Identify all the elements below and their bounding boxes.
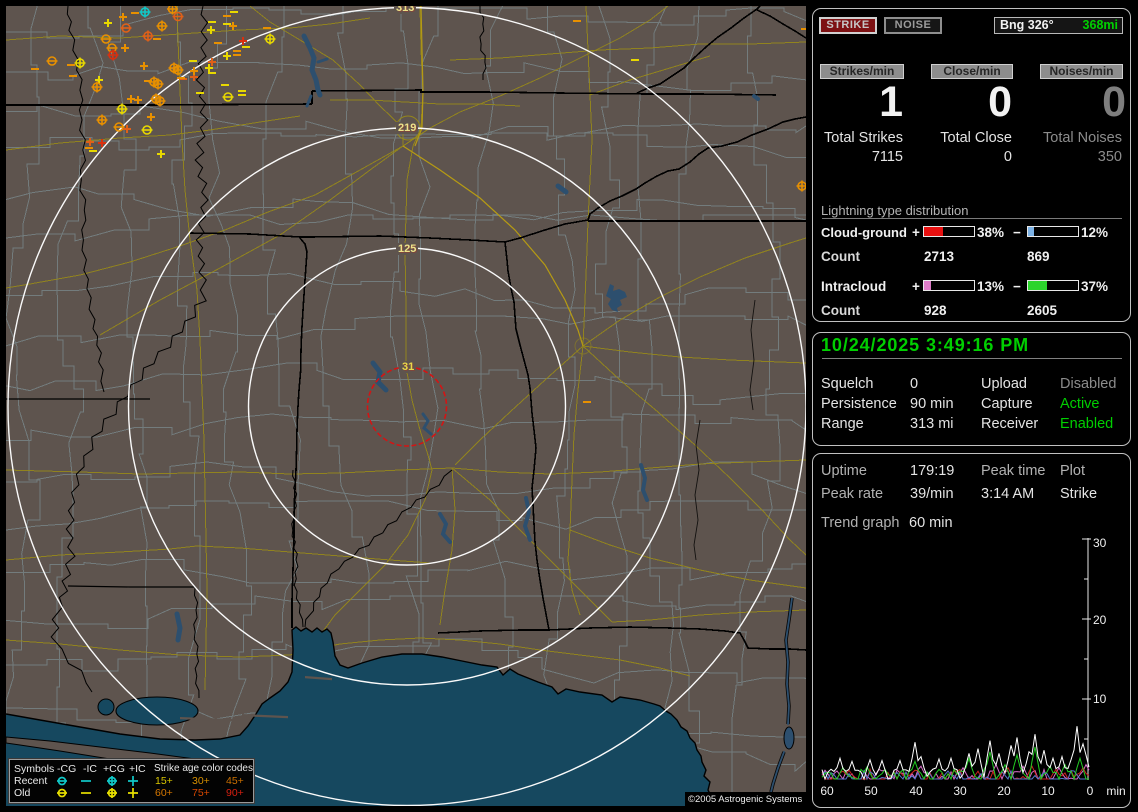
svg-text:40: 40 xyxy=(909,784,923,798)
svg-text:min: min xyxy=(1106,784,1125,798)
svg-text:10: 10 xyxy=(1041,784,1055,798)
svg-text:20: 20 xyxy=(1093,613,1107,627)
svg-text:20: 20 xyxy=(997,784,1011,798)
svg-text:60: 60 xyxy=(820,784,834,798)
svg-text:10: 10 xyxy=(1093,692,1107,706)
svg-text:30: 30 xyxy=(953,784,967,798)
svg-text:50: 50 xyxy=(864,784,878,798)
svg-text:30: 30 xyxy=(1093,536,1107,550)
svg-text:0: 0 xyxy=(1087,784,1094,798)
